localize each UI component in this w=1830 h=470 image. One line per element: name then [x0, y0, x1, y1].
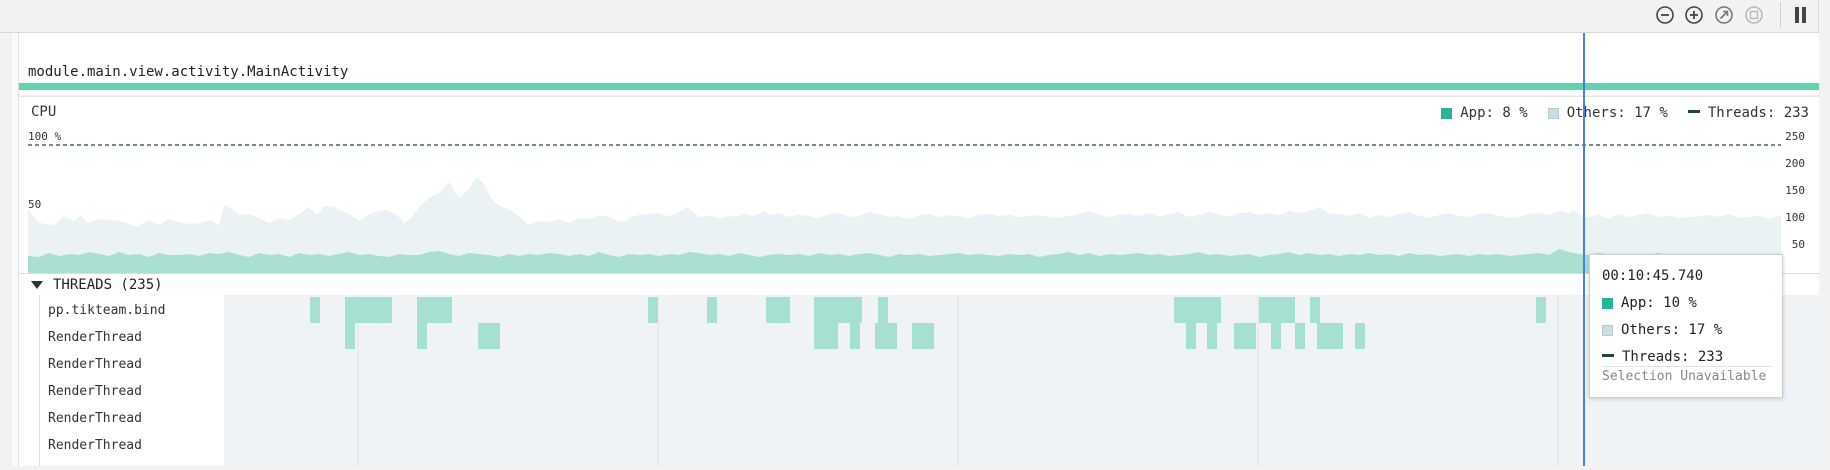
threads-dash-icon [1602, 354, 1614, 360]
pause-icon [1795, 7, 1806, 23]
zoom-out-icon[interactable] [1655, 5, 1675, 25]
thread-activity-svg [310, 295, 1559, 466]
tooltip-others: Others: 17 % [1621, 322, 1723, 338]
tooltip-time: 00:10:45.740 [1602, 268, 1704, 284]
app-swatch-icon [1602, 297, 1613, 309]
tooltip-app-row: App: 10 % [1602, 295, 1697, 311]
others-swatch-icon [1602, 324, 1613, 336]
threads-title: THREADS (235) [53, 277, 163, 293]
right-side-panel-strip[interactable] [1818, 0, 1830, 466]
cpu-monitor[interactable]: CPU App: 8 % Others: 17 % Threads: 233 1… [19, 96, 1819, 274]
thread-name[interactable]: RenderThread [48, 438, 142, 453]
tooltip-threads: Threads: 233 [1622, 349, 1724, 365]
thread-name[interactable]: RenderThread [48, 330, 142, 345]
thread-activity-blocks [310, 297, 1546, 349]
activity-lane: module.main.view.activity.MainActivity [19, 33, 1819, 95]
profiler-toolbar [0, 0, 1830, 33]
cpu-tooltip: 00:10:45.740 App: 10 % Others: 17 % Thre… [1589, 254, 1783, 398]
tooltip-app: App: 10 % [1621, 295, 1697, 311]
activity-label: module.main.view.activity.MainActivity [28, 64, 349, 80]
left-gutter-inner [12, 33, 19, 466]
thread-name[interactable]: RenderThread [48, 384, 142, 399]
thread-name[interactable]: pp.tikteam.bind [48, 303, 165, 318]
collapse-caret-icon[interactable] [31, 281, 43, 289]
tooltip-divider [1602, 366, 1772, 367]
select-range-icon[interactable] [1744, 5, 1764, 25]
pause-button[interactable] [1780, 2, 1817, 28]
tooltip-threads-row: Threads: 233 [1602, 349, 1723, 365]
threads-section: THREADS (235) pp.tikteam.bind RenderThre… [19, 273, 1819, 466]
thread-name-list: pp.tikteam.bind RenderThread RenderThrea… [39, 295, 225, 466]
tooltip-others-row: Others: 17 % [1602, 322, 1722, 338]
zoom-in-icon[interactable] [1684, 5, 1704, 25]
reset-zoom-icon[interactable] [1714, 5, 1734, 25]
tooltip-selection-status: Selection Unavailable [1602, 369, 1767, 384]
thread-name[interactable]: RenderThread [48, 411, 142, 426]
timeline-cursor[interactable] [1583, 33, 1585, 466]
thread-name[interactable]: RenderThread [48, 357, 142, 372]
cpu-chart-svg [28, 144, 1781, 274]
threads-header[interactable]: THREADS (235) [19, 273, 1819, 296]
activity-bar[interactable] [19, 83, 1819, 90]
thread-activity-track[interactable] [224, 295, 1819, 466]
